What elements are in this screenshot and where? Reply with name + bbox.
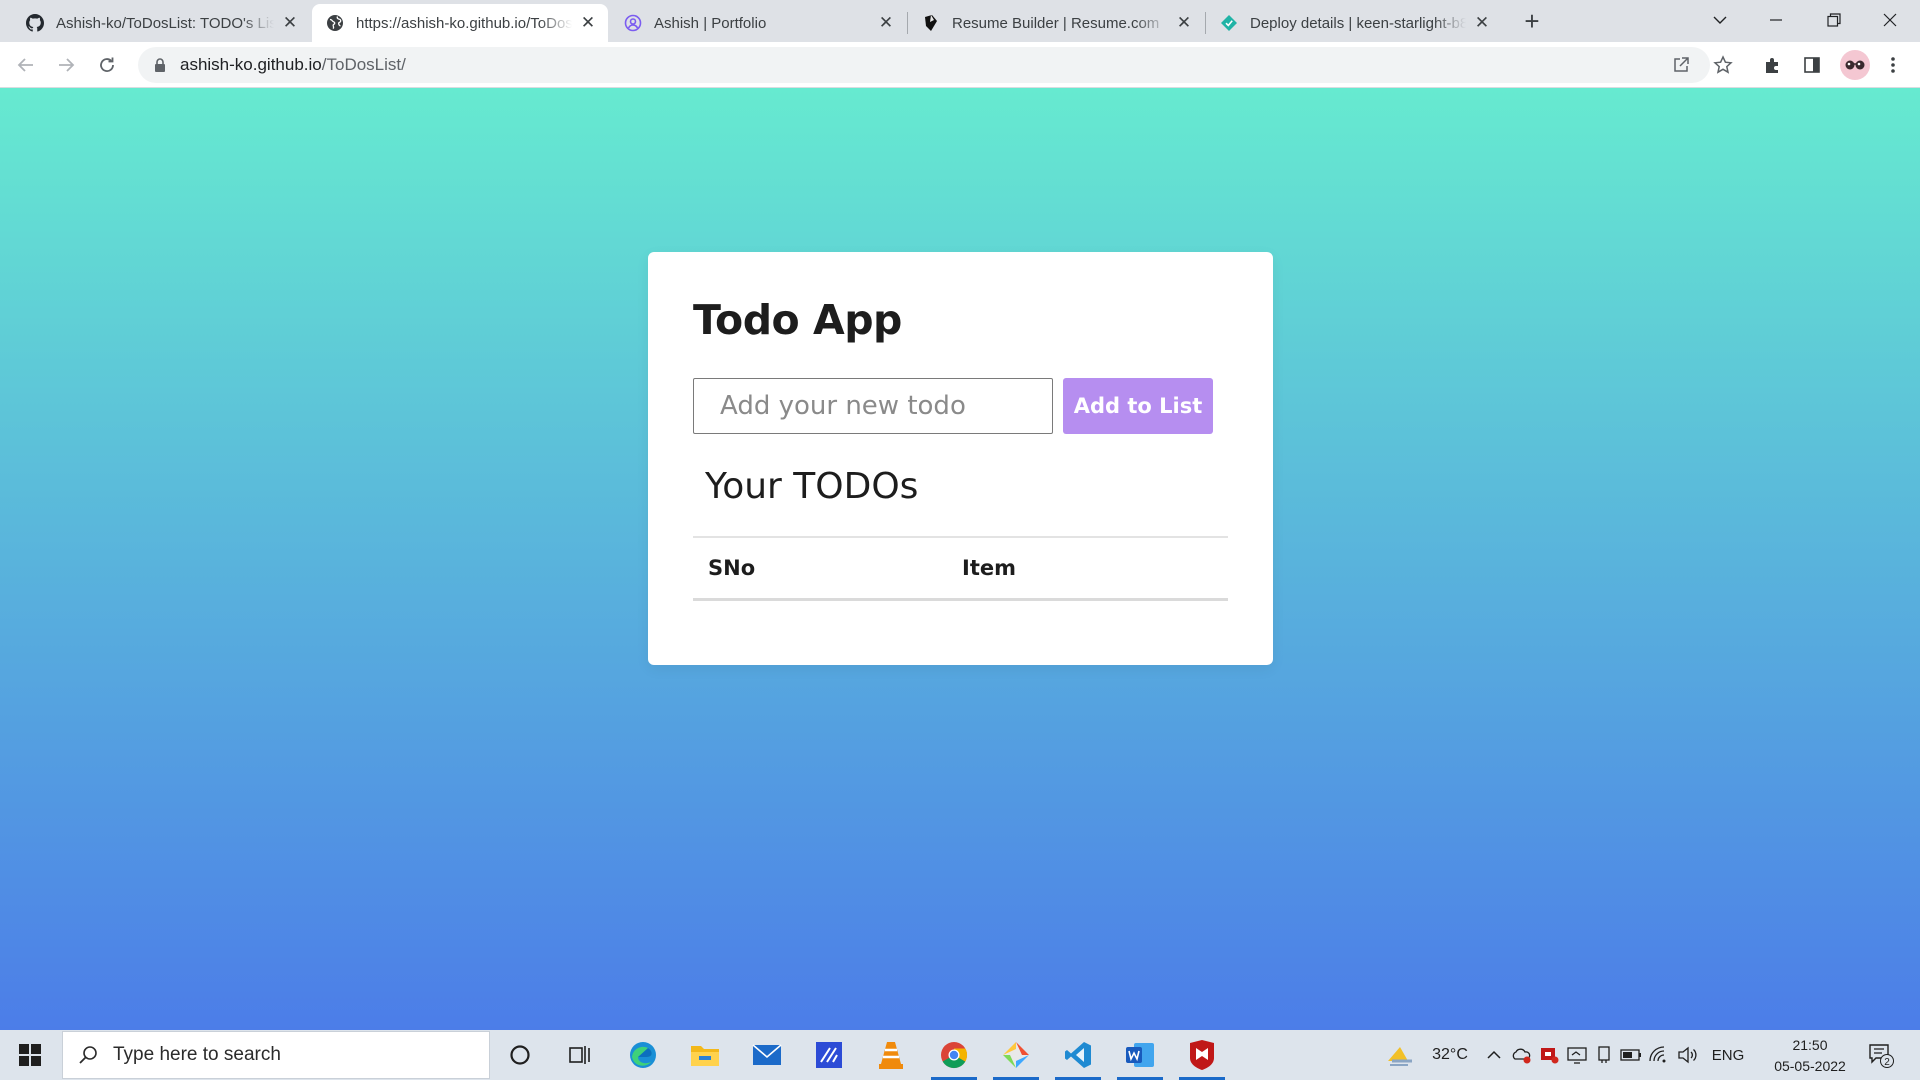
tab-todo-app[interactable]: https://ashish-ko.github.io/ToDosList/ ✕: [312, 4, 608, 42]
side-panel-icon[interactable]: [1798, 51, 1826, 79]
taskbar-search-box[interactable]: Type here to search: [62, 1031, 490, 1079]
table-header-row: SNo Item: [693, 536, 1228, 601]
github-icon: [26, 14, 44, 32]
tab-github[interactable]: Ashish-ko/ToDosList: TODO's List ✕: [12, 4, 310, 42]
column-header-sno: SNo: [693, 536, 947, 601]
globe-icon: [326, 14, 344, 32]
vlc-icon[interactable]: [862, 1030, 920, 1080]
new-tab-button[interactable]: +: [1520, 6, 1544, 36]
chrome-icon[interactable]: [925, 1030, 983, 1080]
close-icon[interactable]: ✕: [876, 13, 896, 33]
tab-netlify[interactable]: Deploy details | keen-starlight-b8 ✕: [1206, 4, 1502, 42]
search-placeholder: Type here to search: [113, 1044, 281, 1065]
edge-icon[interactable]: [614, 1030, 672, 1080]
search-icon: [77, 1044, 99, 1066]
weather-temperature[interactable]: 32°C: [1420, 1030, 1480, 1080]
usb-device-icon[interactable]: [1592, 1030, 1616, 1080]
tab-title: Resume Builder | Resume.com: [952, 14, 1160, 32]
address-bar[interactable]: ashish-ko.github.io/ToDosList/: [138, 47, 1710, 83]
todo-table: SNo Item: [693, 536, 1228, 601]
word-icon[interactable]: [1111, 1030, 1169, 1080]
chevron-up-icon[interactable]: [1482, 1030, 1506, 1080]
weather-icon[interactable]: [1384, 1030, 1416, 1080]
notification-center-icon[interactable]: 2: [1866, 1040, 1896, 1070]
share-icon[interactable]: [1668, 52, 1694, 78]
list-heading: Your TODOs: [705, 466, 919, 507]
close-icon[interactable]: ✕: [1174, 13, 1194, 33]
input-language[interactable]: ENG: [1706, 1030, 1750, 1080]
close-icon[interactable]: ✕: [280, 13, 300, 33]
tab-title: Ashish | Portfolio: [654, 14, 767, 32]
mail-icon[interactable]: [738, 1030, 796, 1080]
volume-icon[interactable]: [1674, 1030, 1700, 1080]
vscode-icon[interactable]: [1049, 1030, 1107, 1080]
portfolio-icon: [624, 14, 642, 32]
task-view-icon[interactable]: [551, 1030, 609, 1080]
cortana-icon[interactable]: [491, 1030, 549, 1080]
netlify-icon: [1220, 14, 1238, 32]
tab-title: Ashish-ko/ToDosList: TODO's List: [56, 14, 274, 32]
url-path: /ToDosList/: [321, 55, 406, 74]
file-explorer-icon[interactable]: [676, 1030, 734, 1080]
close-icon[interactable]: ✕: [578, 13, 598, 33]
add-to-list-button[interactable]: Add to List: [1063, 378, 1213, 434]
clock-time: 21:50: [1792, 1037, 1828, 1053]
windows-taskbar: Type here to search 32°C ENG 21:50 05-05…: [0, 1030, 1920, 1080]
page-title: Todo App: [693, 296, 902, 344]
forward-icon[interactable]: [52, 51, 80, 79]
mcafee-icon[interactable]: [1173, 1030, 1231, 1080]
browser-toolbar: ashish-ko.github.io/ToDosList/: [0, 42, 1920, 88]
profile-avatar[interactable]: [1840, 50, 1870, 80]
back-icon[interactable]: [12, 51, 40, 79]
tab-title: https://ashish-ko.github.io/ToDosList/: [356, 14, 572, 32]
tab-resume[interactable]: Resume Builder | Resume.com ✕: [908, 4, 1204, 42]
tab-search-icon[interactable]: [1692, 0, 1748, 40]
url-text: ashish-ko.github.io/ToDosList/: [180, 55, 406, 75]
restore-icon[interactable]: [1806, 0, 1862, 40]
reload-icon[interactable]: [93, 51, 121, 79]
resume-icon: [922, 14, 940, 32]
browser-tab-strip: Ashish-ko/ToDosList: TODO's List ✕ https…: [0, 0, 1920, 42]
new-todo-input[interactable]: [693, 378, 1053, 434]
extensions-puzzle-icon[interactable]: [1758, 51, 1786, 79]
windows-start-icon[interactable]: [0, 1030, 60, 1080]
battery-icon[interactable]: [1618, 1030, 1644, 1080]
stylus-app-icon[interactable]: [800, 1030, 858, 1080]
tab-portfolio[interactable]: Ashish | Portfolio ✕: [610, 4, 906, 42]
bookmark-star-icon[interactable]: [1709, 51, 1737, 79]
menu-kebab-icon[interactable]: [1879, 51, 1907, 79]
url-host: ashish-ko.github.io: [180, 55, 322, 74]
clock-date: 05-05-2022: [1774, 1058, 1846, 1074]
tab-title: Deploy details | keen-starlight-b8: [1250, 14, 1466, 32]
taskbar-clock[interactable]: 21:50 05-05-2022: [1760, 1035, 1860, 1077]
notification-count: 2: [1884, 1057, 1890, 1068]
minimize-icon[interactable]: [1748, 0, 1804, 40]
close-window-icon[interactable]: [1862, 0, 1918, 40]
onedrive-icon[interactable]: [1508, 1030, 1534, 1080]
column-header-item: Item: [947, 536, 1228, 601]
security-shield-icon[interactable]: [1536, 1030, 1562, 1080]
page-viewport: Todo App Add to List Your TODOs SNo Item: [0, 88, 1920, 1030]
todo-card: Todo App Add to List Your TODOs SNo Item: [648, 252, 1273, 665]
lock-icon[interactable]: [152, 57, 168, 73]
display-settings-icon[interactable]: [1564, 1030, 1590, 1080]
wifi-icon[interactable]: [1646, 1030, 1672, 1080]
close-icon[interactable]: ✕: [1472, 13, 1492, 33]
git-icon[interactable]: [987, 1030, 1045, 1080]
